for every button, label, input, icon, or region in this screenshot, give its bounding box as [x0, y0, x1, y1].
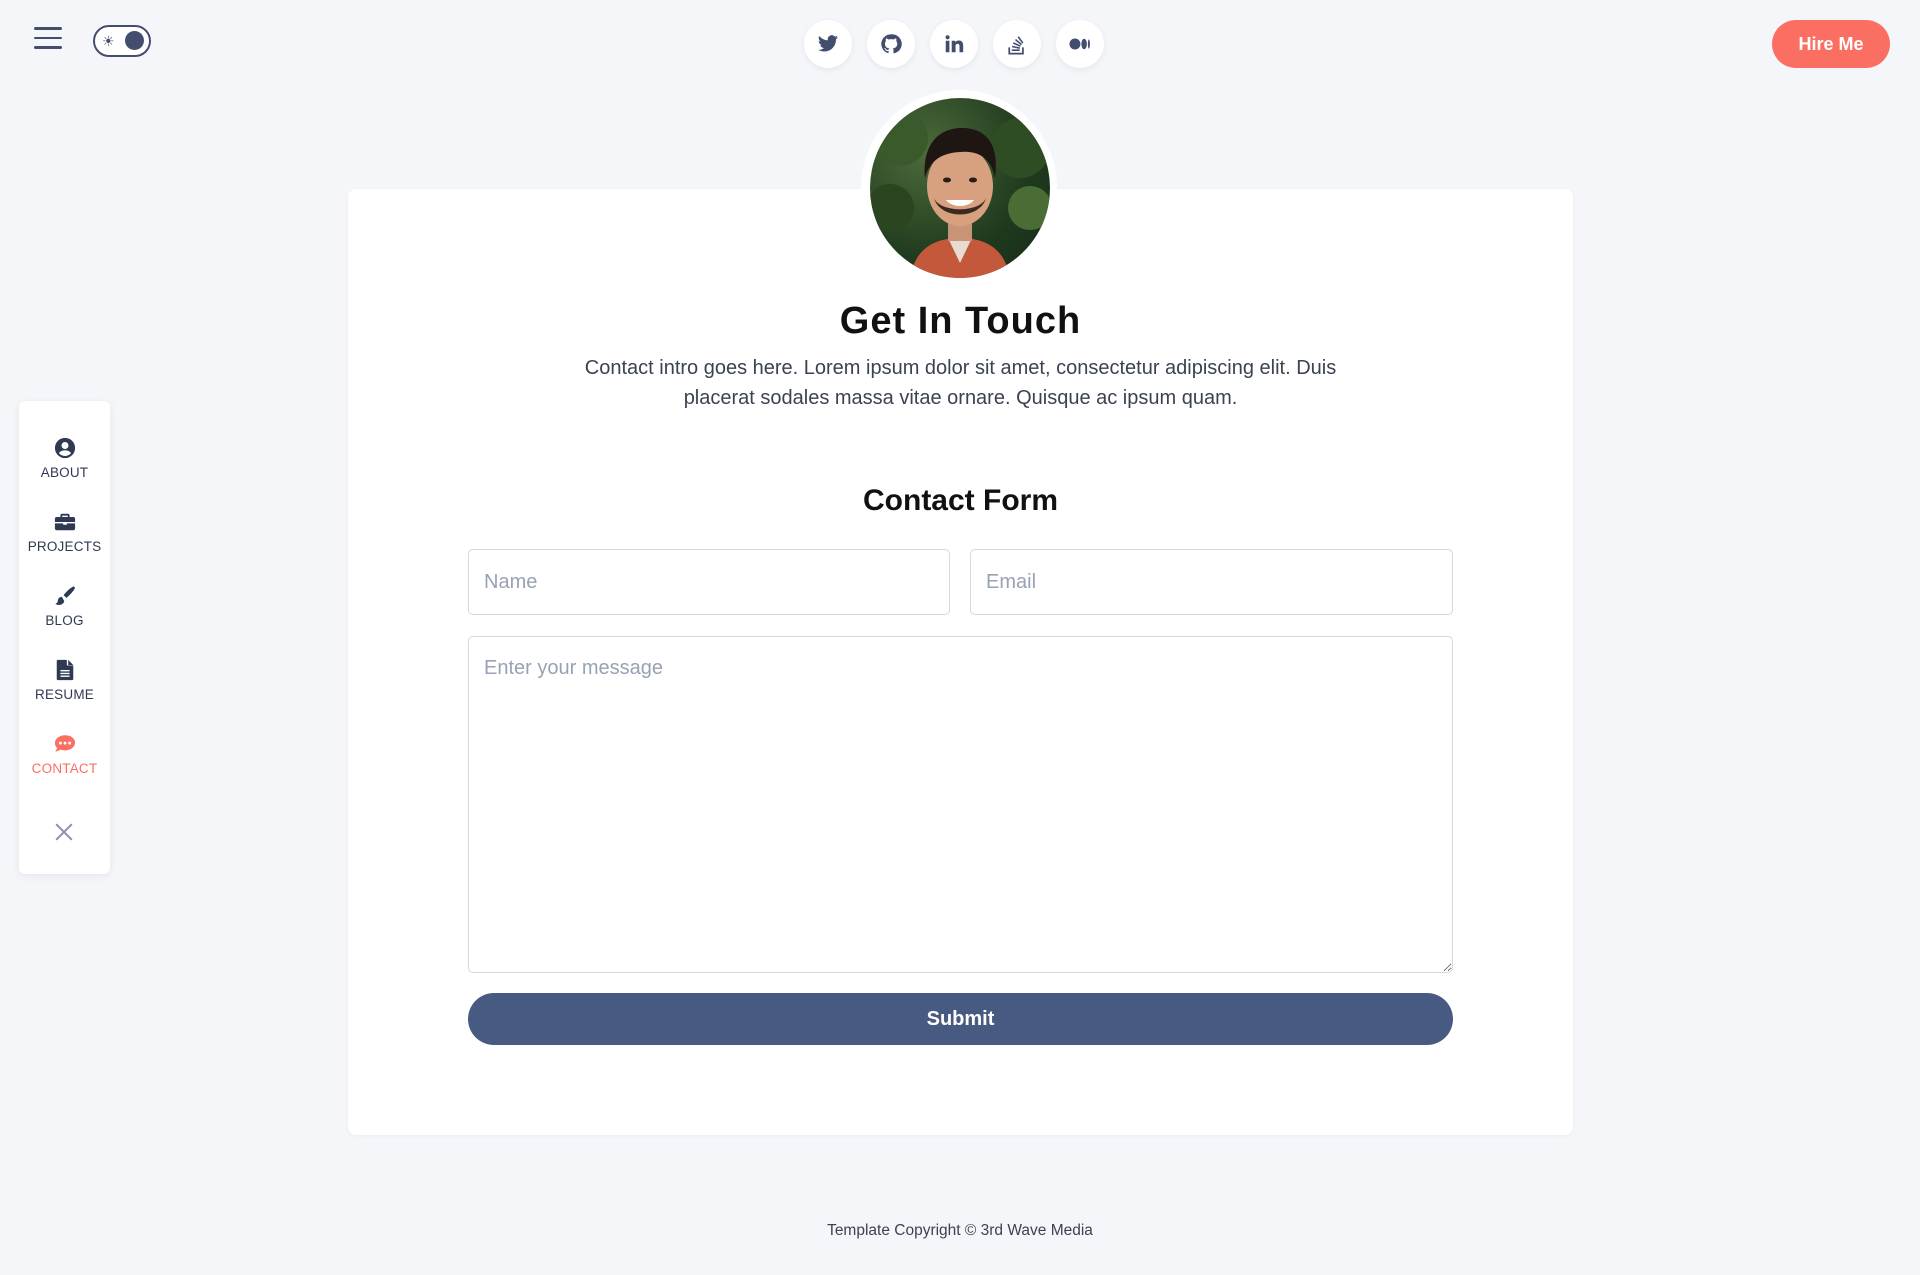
stackoverflow-icon	[1008, 36, 1024, 55]
medium-link[interactable]	[1056, 20, 1104, 68]
briefcase-icon	[54, 513, 75, 531]
github-link[interactable]	[867, 20, 915, 68]
medium-icon	[1069, 38, 1090, 50]
sidebar-item-label: BLOG	[45, 613, 84, 628]
social-links	[804, 20, 1104, 68]
sidebar-item-label: CONTACT	[31, 761, 98, 776]
page: ☀ Hire Me ABOUT PROJECTS BLOG RESUME CON…	[0, 0, 1920, 1275]
form-title: Contact Form	[863, 484, 1058, 517]
sidebar-item-blog[interactable]: BLOG	[19, 585, 110, 628]
pen-icon	[54, 586, 75, 605]
twitter-link[interactable]	[804, 20, 852, 68]
theme-toggle[interactable]: ☀	[93, 25, 151, 57]
toggle-knob	[125, 31, 144, 50]
sidebar-item-resume[interactable]: RESUME	[19, 659, 110, 702]
sidebar-item-about[interactable]: ABOUT	[19, 437, 110, 480]
linkedin-icon	[945, 35, 964, 53]
linkedin-link[interactable]	[930, 20, 978, 68]
submit-button[interactable]: Submit	[468, 993, 1453, 1045]
sidebar-nav: ABOUT PROJECTS BLOG RESUME CONTACT	[19, 401, 110, 874]
page-title: Get In Touch	[839, 300, 1082, 342]
stackoverflow-link[interactable]	[993, 20, 1041, 68]
hire-me-button[interactable]: Hire Me	[1772, 20, 1890, 68]
email-input[interactable]	[970, 549, 1453, 615]
chat-icon	[54, 735, 75, 752]
sidebar-item-label: ABOUT	[40, 465, 89, 480]
message-textarea[interactable]	[468, 636, 1453, 973]
intro-text: Contact intro goes here. Lorem ipsum dol…	[584, 357, 1337, 409]
close-icon[interactable]	[53, 821, 75, 843]
name-input[interactable]	[468, 549, 950, 615]
footer-copyright: Template Copyright © 3rd Wave Media	[827, 1222, 1093, 1239]
hamburger-menu-icon[interactable]	[34, 27, 62, 49]
sidebar-item-label: PROJECTS	[27, 539, 102, 554]
sidebar-item-projects[interactable]: PROJECTS	[19, 511, 110, 554]
file-icon	[56, 659, 73, 681]
avatar	[870, 98, 1050, 278]
github-icon	[881, 34, 902, 54]
twitter-icon	[817, 35, 839, 52]
sun-icon: ☀	[102, 33, 115, 49]
sidebar-item-contact[interactable]: CONTACT	[19, 733, 110, 776]
profile-photo	[870, 110, 1050, 278]
sidebar-item-label: RESUME	[35, 687, 94, 702]
user-circle-icon	[54, 437, 75, 459]
